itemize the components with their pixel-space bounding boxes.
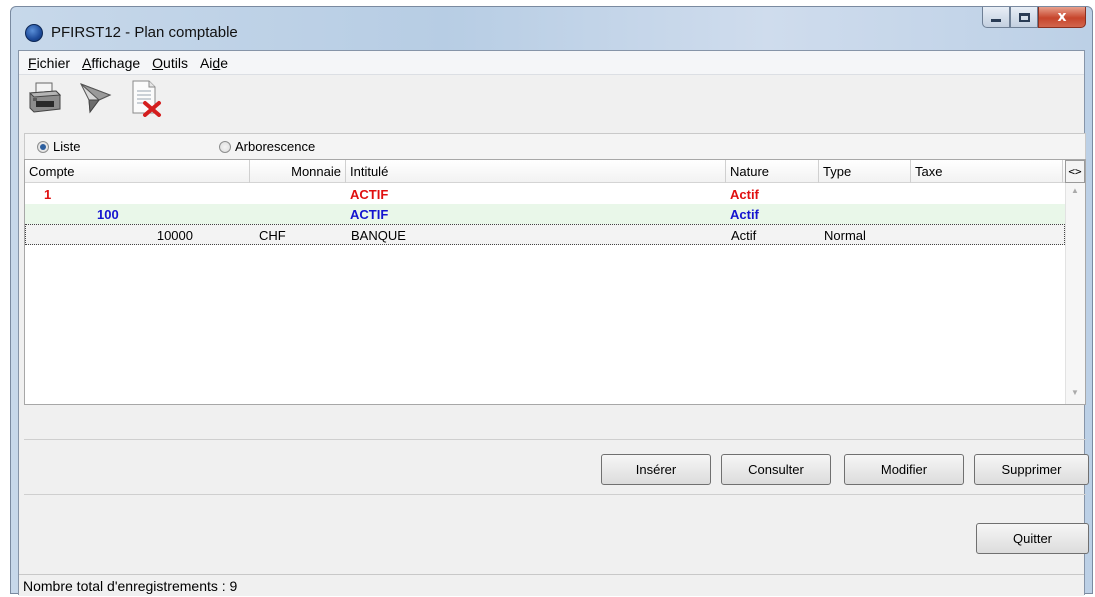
cell-taxe (911, 204, 1063, 224)
column-header-taxe[interactable]: Taxe (911, 160, 1063, 183)
close-icon: x (1057, 9, 1067, 25)
action-buttons-panel: Insérer Consulter Modifier Supprimer (24, 439, 1089, 495)
window-controls: x (982, 7, 1086, 29)
print-button[interactable] (25, 79, 65, 117)
menu-outils[interactable]: Outils (146, 55, 194, 71)
app-window: PFIRST12 - Plan comptable x Fichier Affi… (10, 6, 1093, 596)
vertical-scrollbar[interactable]: ▲ ▼ (1065, 183, 1085, 404)
filter-button[interactable] (75, 79, 115, 117)
menu-fichier[interactable]: Fichier (22, 55, 76, 71)
radio-arborescence-label: Arborescence (235, 139, 316, 154)
radio-arborescence[interactable]: Arborescence (219, 139, 315, 154)
radio-arborescence-dot[interactable] (219, 140, 231, 153)
consulter-button[interactable]: Consulter (721, 454, 831, 485)
column-header-nature[interactable]: Nature (726, 160, 819, 183)
maximize-icon (1018, 12, 1030, 22)
delete-button[interactable] (125, 79, 165, 117)
inserer-button[interactable]: Insérer (601, 454, 711, 485)
cell-intitule: BANQUE (351, 227, 406, 243)
column-header-intitule[interactable]: Intitulé (346, 160, 726, 183)
cell-nature: Actif (730, 187, 759, 202)
grid-rows: 1 ACTIF Actif 100 ACTIF Actif 10000 CHF … (25, 184, 1065, 245)
cell-compte: 10000 (156, 227, 193, 243)
minimize-button[interactable] (982, 7, 1010, 28)
cell-monnaie: CHF (259, 227, 286, 243)
radio-liste-dot[interactable] (37, 140, 49, 153)
cell-type: Normal (824, 227, 866, 243)
supprimer-button[interactable]: Supprimer (974, 454, 1089, 485)
delete-document-icon (132, 80, 161, 117)
grid-header: Compte Monnaie Intitulé Nature Type Taxe (25, 160, 1065, 183)
cell-compte: 100 (97, 207, 119, 222)
column-header-type[interactable]: Type (819, 160, 911, 183)
cell-taxe (912, 225, 1064, 245)
menu-aide[interactable]: Aide (194, 55, 234, 71)
menu-affichage[interactable]: Affichage (76, 55, 146, 71)
status-bar: Nombre total d'enregistrements : 9 (19, 574, 1084, 596)
column-toggle-button[interactable]: <> (1065, 160, 1085, 183)
maximize-button[interactable] (1010, 7, 1038, 28)
close-button[interactable]: x (1038, 7, 1086, 28)
scroll-down-arrow-icon[interactable]: ▼ (1071, 388, 1079, 397)
cell-intitule: ACTIF (350, 207, 389, 222)
client-area: Fichier Affichage Outils Aide Liste Arbo… (18, 50, 1089, 596)
title-bar[interactable]: PFIRST12 - Plan comptable x (11, 7, 1092, 50)
cell-type (819, 184, 911, 204)
cell-monnaie (250, 204, 346, 224)
app-icon (25, 24, 43, 42)
minimize-icon (991, 18, 1001, 22)
menu-bar: Fichier Affichage Outils Aide (19, 51, 1084, 75)
cell-monnaie (250, 184, 346, 204)
accounts-grid: Compte Monnaie Intitulé Nature Type Taxe… (24, 159, 1086, 405)
table-row-selected[interactable]: 10000 CHF BANQUE Actif Normal (25, 224, 1065, 245)
window-title: PFIRST12 - Plan comptable (51, 24, 238, 41)
radio-liste[interactable]: Liste (37, 139, 80, 154)
column-header-monnaie[interactable]: Monnaie (250, 160, 346, 183)
cell-nature: Actif (731, 227, 757, 243)
cell-compte: 1 (44, 187, 52, 202)
radio-liste-label: Liste (53, 139, 81, 154)
table-row[interactable]: 1 ACTIF Actif (25, 184, 1065, 204)
printer-icon (28, 82, 62, 113)
toolbar (19, 76, 1084, 120)
table-row[interactable]: 100 ACTIF Actif (25, 204, 1065, 224)
column-header-compte[interactable]: Compte (25, 160, 250, 183)
view-mode-group: Liste Arborescence (24, 133, 1086, 159)
cell-taxe (911, 184, 1063, 204)
cell-nature: Actif (730, 207, 759, 222)
cell-type (819, 204, 911, 224)
scroll-up-arrow-icon[interactable]: ▲ (1071, 186, 1079, 195)
quitter-button[interactable]: Quitter (976, 523, 1089, 554)
modifier-button[interactable]: Modifier (844, 454, 964, 485)
cell-intitule: ACTIF (350, 187, 389, 202)
filter-icon (79, 83, 112, 114)
